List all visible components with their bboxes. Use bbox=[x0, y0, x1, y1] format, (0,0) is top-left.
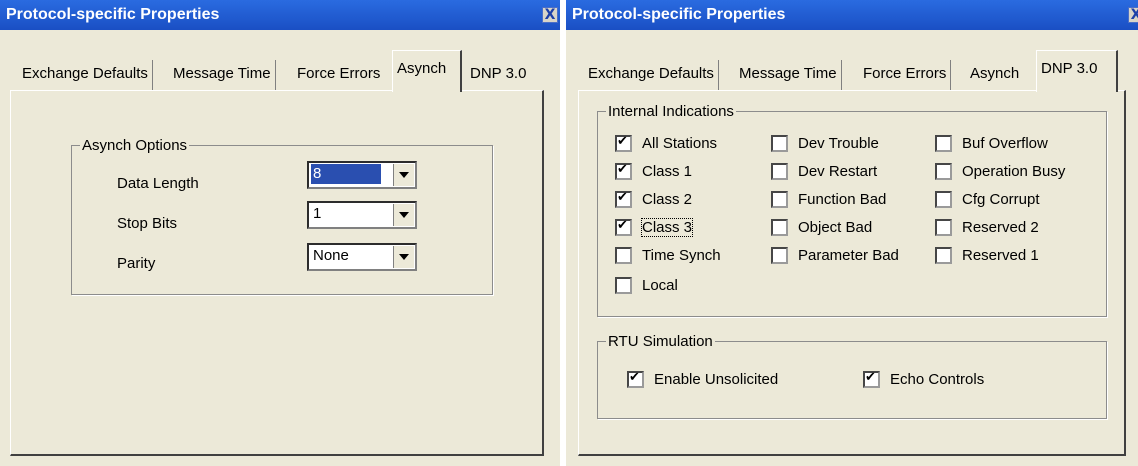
asynch-dialog: Protocol-specific Properties X Exchange … bbox=[0, 0, 560, 466]
checkbox-label: Reserved 1 bbox=[962, 247, 1039, 264]
tab-page-asynch: Asynch Options Data Length 8 Stop Bits 1… bbox=[10, 90, 544, 456]
cfg-corrupt-checkbox[interactable]: Cfg Corrupt bbox=[935, 191, 1040, 208]
tab-force-errors[interactable]: Force Errors bbox=[859, 60, 952, 90]
checkbox-label: Buf Overflow bbox=[962, 135, 1048, 152]
tab-asynch[interactable]: Asynch bbox=[966, 60, 1023, 90]
checkbox-label: Enable Unsolicited bbox=[654, 371, 779, 388]
reserved-1-checkbox[interactable]: Reserved 1 bbox=[935, 247, 1039, 264]
parameter-bad-checkbox[interactable]: Parameter Bad bbox=[771, 247, 899, 264]
tab-dnp3[interactable]: DNP 3.0 bbox=[466, 60, 530, 90]
dev-trouble-checkbox[interactable]: Dev Trouble bbox=[771, 135, 879, 152]
checkbox-box[interactable] bbox=[771, 247, 788, 264]
dnp3-dialog: Protocol-specific Properties X Exchange … bbox=[566, 0, 1138, 466]
checkbox-label: Class 1 bbox=[642, 163, 693, 180]
checkbox-label: Time Synch bbox=[642, 247, 721, 264]
group-title: RTU Simulation bbox=[608, 333, 713, 350]
checkbox-box[interactable] bbox=[935, 163, 952, 180]
parity-label: Parity bbox=[117, 255, 156, 272]
checkbox-label: Dev Trouble bbox=[798, 135, 879, 152]
function-bad-checkbox[interactable]: Function Bad bbox=[771, 191, 886, 208]
class-2-checkbox[interactable]: Class 2 bbox=[615, 189, 693, 208]
parity-value: None bbox=[313, 247, 349, 264]
tab-exchange-defaults[interactable]: Exchange Defaults bbox=[584, 60, 719, 90]
checkbox-box[interactable] bbox=[935, 135, 952, 152]
all-stations-checkbox[interactable]: All Stations bbox=[615, 133, 718, 152]
tab-message-time[interactable]: Message Time bbox=[169, 60, 276, 90]
checkbox-box[interactable] bbox=[615, 133, 632, 152]
parity-select[interactable]: None bbox=[307, 243, 417, 271]
checkbox-label: Local bbox=[642, 277, 678, 294]
checkbox-box[interactable] bbox=[615, 247, 632, 264]
group-title: Asynch Options bbox=[82, 137, 188, 154]
chevron-down-icon[interactable] bbox=[393, 246, 414, 268]
checkbox-box[interactable] bbox=[863, 369, 880, 388]
group-title: Internal Indications bbox=[608, 103, 734, 120]
tab-page-dnp3: Internal Indications All Stations Class … bbox=[578, 90, 1126, 456]
checkbox-label: Object Bad bbox=[798, 219, 873, 236]
buf-overflow-checkbox[interactable]: Buf Overflow bbox=[935, 135, 1048, 152]
close-icon[interactable]: X bbox=[1128, 7, 1138, 23]
chevron-down-icon[interactable] bbox=[393, 164, 414, 186]
enable-unsolicited-checkbox[interactable]: Enable Unsolicited bbox=[627, 369, 779, 388]
echo-controls-checkbox[interactable]: Echo Controls bbox=[863, 369, 985, 388]
class-3-checkbox[interactable]: Class 3 bbox=[615, 217, 694, 237]
stop-bits-label: Stop Bits bbox=[117, 215, 178, 232]
checkbox-label: Function Bad bbox=[798, 191, 887, 208]
tab-asynch[interactable]: Asynch bbox=[392, 50, 462, 92]
checkbox-label: All Stations bbox=[642, 135, 718, 152]
checkbox-label: Parameter Bad bbox=[798, 247, 899, 264]
dialog-titlebar: Protocol-specific Properties X bbox=[0, 0, 560, 30]
checkbox-box[interactable] bbox=[771, 135, 788, 152]
checkbox-box[interactable] bbox=[771, 163, 788, 180]
data-length-label: Data Length bbox=[117, 175, 199, 192]
checkbox-box[interactable] bbox=[935, 219, 952, 236]
checkbox-label: Reserved 2 bbox=[962, 219, 1039, 236]
checkbox-box[interactable] bbox=[615, 277, 632, 294]
checkbox-label: Cfg Corrupt bbox=[962, 191, 1040, 208]
checkbox-label: Echo Controls bbox=[890, 371, 985, 388]
dialog-title: Protocol-specific Properties bbox=[572, 6, 786, 23]
tab-force-errors[interactable]: Force Errors bbox=[293, 60, 384, 90]
checkbox-label: Class 3 bbox=[640, 218, 694, 237]
dialog-title: Protocol-specific Properties bbox=[6, 6, 220, 23]
reserved-2-checkbox[interactable]: Reserved 2 bbox=[935, 219, 1039, 236]
dialog-titlebar: Protocol-specific Properties X bbox=[566, 0, 1138, 30]
time-synch-checkbox[interactable]: Time Synch bbox=[615, 247, 721, 264]
stop-bits-value: 1 bbox=[313, 205, 322, 222]
checkbox-box[interactable] bbox=[935, 247, 952, 264]
data-length-select[interactable]: 8 bbox=[307, 161, 417, 189]
checkbox-box[interactable] bbox=[615, 189, 632, 208]
checkbox-box[interactable] bbox=[615, 161, 632, 180]
checkbox-label: Operation Busy bbox=[962, 163, 1066, 180]
checkbox-box[interactable] bbox=[627, 369, 644, 388]
object-bad-checkbox[interactable]: Object Bad bbox=[771, 219, 872, 236]
checkbox-label: Dev Restart bbox=[798, 163, 878, 180]
tab-message-time[interactable]: Message Time bbox=[735, 60, 842, 90]
checkbox-box[interactable] bbox=[615, 217, 632, 236]
tab-exchange-defaults[interactable]: Exchange Defaults bbox=[18, 60, 153, 90]
local-checkbox[interactable]: Local bbox=[615, 277, 678, 294]
chevron-down-icon[interactable] bbox=[393, 204, 414, 226]
class-1-checkbox[interactable]: Class 1 bbox=[615, 161, 693, 180]
checkbox-box[interactable] bbox=[935, 191, 952, 208]
operation-busy-checkbox[interactable]: Operation Busy bbox=[935, 163, 1065, 180]
checkbox-box[interactable] bbox=[771, 219, 788, 236]
data-length-value: 8 bbox=[311, 164, 381, 184]
tab-dnp3[interactable]: DNP 3.0 bbox=[1036, 50, 1118, 92]
checkbox-label: Class 2 bbox=[642, 191, 693, 208]
checkbox-box[interactable] bbox=[771, 191, 788, 208]
close-icon[interactable]: X bbox=[542, 7, 558, 23]
stop-bits-select[interactable]: 1 bbox=[307, 201, 417, 229]
dev-restart-checkbox[interactable]: Dev Restart bbox=[771, 163, 877, 180]
